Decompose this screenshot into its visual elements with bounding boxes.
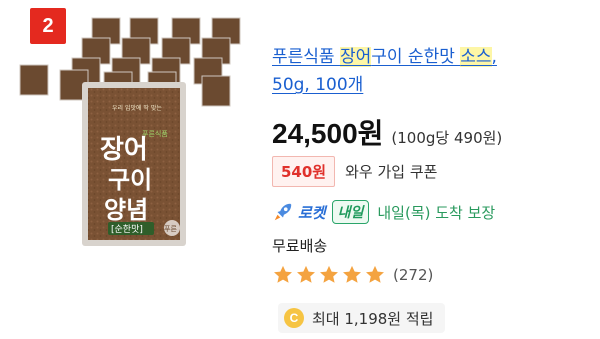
packet-name-line3: 양념 (104, 195, 148, 224)
packet-name-line1: 장어 (100, 135, 148, 165)
main-packet: 우리 입맛에 딱 맞는 푸른식품 장어 구이 양념 [순한맛] 푸른 (82, 82, 186, 246)
review-count: (272) (393, 266, 434, 284)
coupon-label: 와우 가입 쿠폰 (345, 163, 438, 181)
rank-badge: 2 (30, 8, 66, 44)
rating-row[interactable]: (272) (272, 264, 433, 286)
star-icon (320, 265, 338, 283)
unit-price: (100g당 490원) (391, 129, 503, 147)
star-icon (343, 265, 361, 283)
rocket-icon (274, 203, 292, 221)
tomorrow-badge: 내일 (331, 200, 370, 224)
packet-name-line2: 구이 (108, 165, 152, 194)
coin-icon: C (284, 308, 304, 328)
title-line2: 50g, 100개 (272, 75, 364, 95)
star-icon (274, 265, 292, 283)
product-image[interactable]: 우리 입맛에 딱 맞는 푸른식품 장어 구이 양념 [순한맛] 푸른 (12, 10, 258, 250)
star-icon (366, 265, 384, 283)
coupon-amount-badge[interactable]: 540원 (272, 156, 336, 187)
title-comma: , (491, 47, 497, 67)
title-brand: 푸른식품 (272, 47, 340, 67)
cashback-badge: C 최대 1,198원 적립 (278, 303, 446, 333)
coupon-row: 540원 와우 가입 쿠폰 (272, 156, 437, 187)
packet-stamp: 푸른 (164, 225, 177, 233)
star-icon (297, 265, 315, 283)
title-middle: 구이 순한맛 (371, 47, 461, 67)
title-keyword-highlight: 소스 (460, 47, 492, 67)
rocket-delivery-label: 로켓 (298, 203, 326, 222)
sale-price: 24,500원 (272, 118, 384, 149)
product-title-link[interactable]: 푸른식품 장어구이 순한맛 소스, 50g, 100개 (272, 43, 592, 99)
price-row: 24,500원 (100g당 490원) (272, 112, 502, 152)
delivery-row: 로켓 내일 내일(목) 도착 보장 (272, 200, 495, 224)
packet-flavor: [순한맛] (111, 224, 143, 235)
title-keyword-highlight: 장어 (339, 47, 372, 67)
star-rating (272, 264, 387, 286)
packet-tagline: 우리 입맛에 딱 맞는 (112, 104, 162, 112)
arrival-guarantee: 내일(목) 도착 보장 (377, 203, 496, 222)
cashback-text: 최대 1,198원 적립 (312, 309, 434, 328)
free-shipping-label: 무료배송 (272, 237, 328, 255)
